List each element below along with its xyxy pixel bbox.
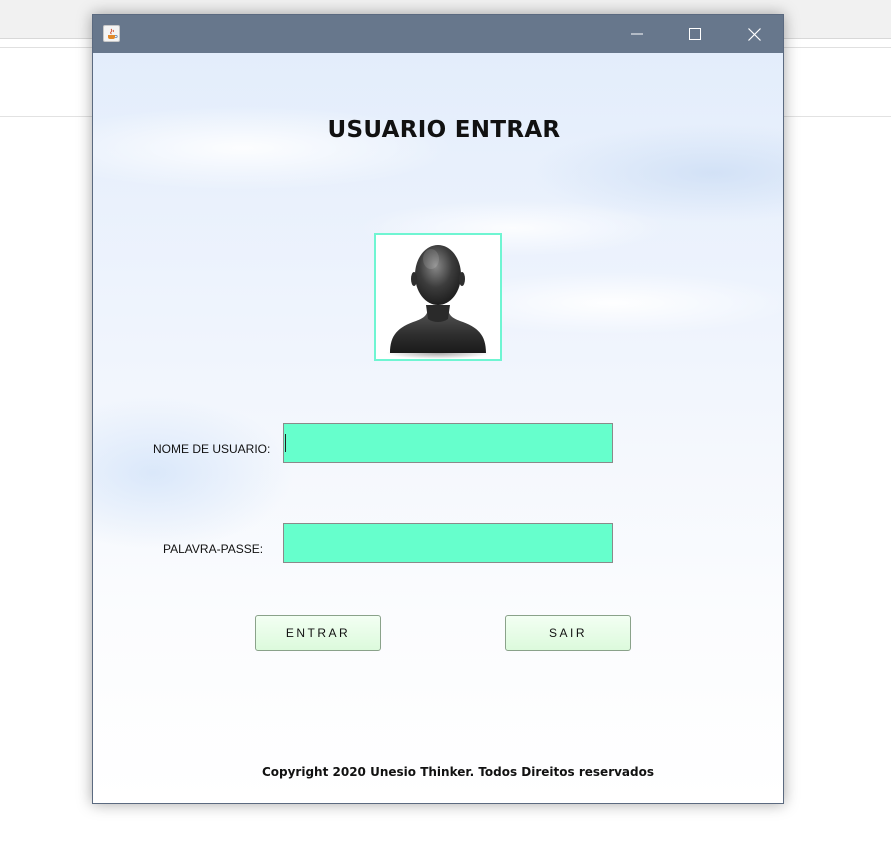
user-silhouette-icon	[386, 245, 490, 359]
login-window: USUARIO ENTRAR NOME DE USUARIO: PALAVRA-…	[92, 14, 784, 804]
password-label: PALAVRA-PASSE:	[163, 542, 264, 556]
username-field[interactable]	[283, 423, 613, 463]
close-button[interactable]	[725, 15, 783, 53]
exit-button[interactable]: SAIR	[505, 615, 631, 651]
page-title: USUARIO ENTRAR	[327, 117, 561, 143]
login-panel: USUARIO ENTRAR NOME DE USUARIO: PALAVRA-…	[93, 53, 783, 803]
maximize-button[interactable]	[666, 15, 724, 53]
minimize-icon	[631, 33, 643, 35]
close-icon	[747, 27, 761, 41]
password-field[interactable]	[283, 523, 613, 563]
avatar	[374, 233, 502, 361]
minimize-button[interactable]	[608, 15, 666, 53]
maximize-icon	[689, 28, 701, 40]
window-titlebar[interactable]	[93, 15, 783, 53]
copyright-text: Copyright 2020 Unesio Thinker. Todos Dir…	[261, 765, 655, 779]
text-caret	[285, 434, 286, 452]
login-button[interactable]: ENTRAR	[255, 615, 381, 651]
java-app-icon[interactable]	[103, 25, 120, 42]
username-label: NOME DE USUARIO:	[153, 442, 271, 456]
